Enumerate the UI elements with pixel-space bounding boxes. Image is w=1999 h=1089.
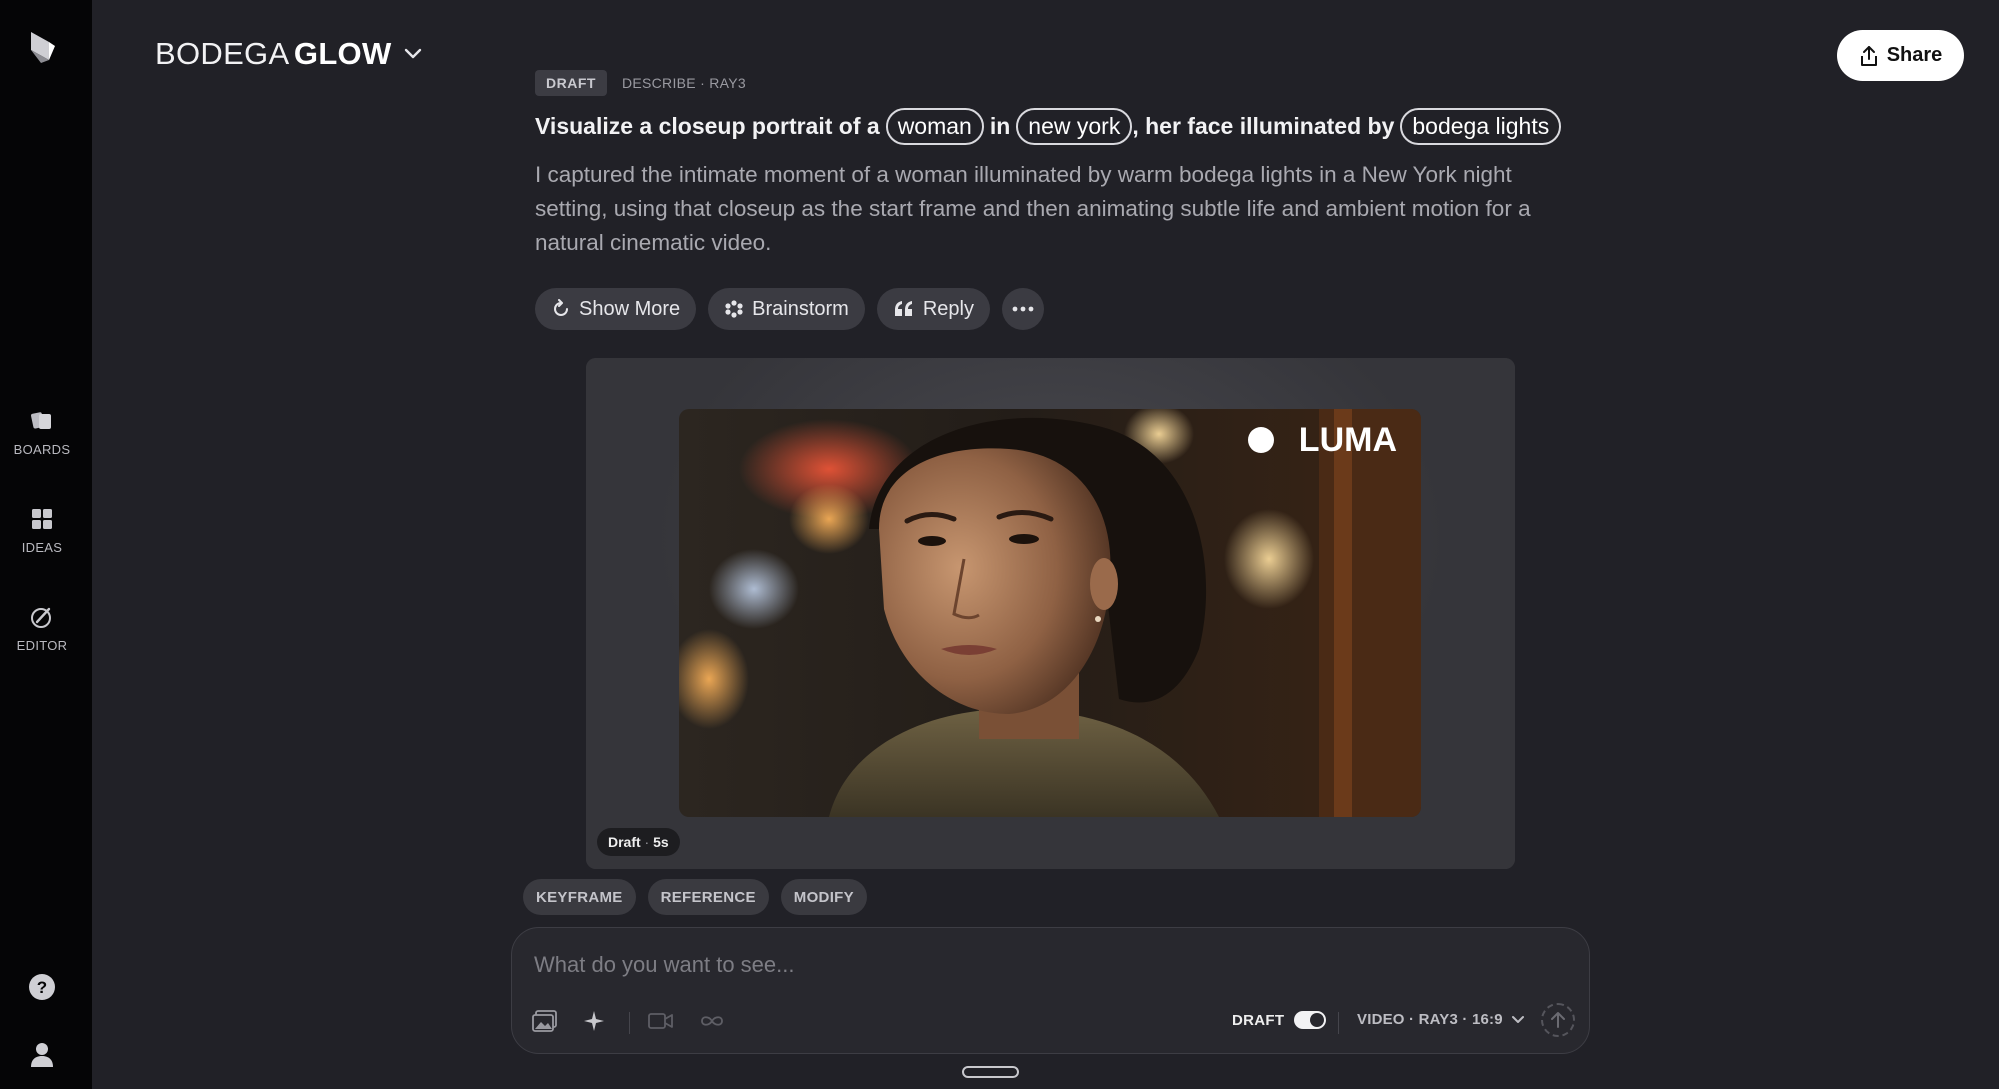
help-icon[interactable]: ? <box>28 973 56 1001</box>
sidebar-item-label: IDEAS <box>21 540 63 555</box>
portrait-image: LUMA <box>679 409 1421 817</box>
reply-label: Reply <box>922 297 974 320</box>
resize-handle[interactable] <box>962 1066 1019 1078</box>
generation-meta: DRAFT DESCRIBE · RAY3 <box>535 70 746 96</box>
prompt-composer: DRAFT VIDEO · RAY3 · 16:9 <box>511 927 1590 1054</box>
draft-toggle[interactable]: DRAFT <box>1232 1011 1327 1029</box>
prompt-text: Visualize a closeup portrait of a woman … <box>535 108 1567 145</box>
prompt-part: Visualize a closeup portrait of a <box>535 113 880 139</box>
video-thumbnail[interactable]: LUMA <box>679 409 1421 817</box>
share-label: Share <box>1886 44 1943 66</box>
reply-button[interactable]: Reply <box>876 288 990 330</box>
draft-switch[interactable] <box>1294 1011 1327 1029</box>
toolbar-divider <box>1338 1012 1339 1034</box>
quote-icon <box>894 301 912 316</box>
loop-button[interactable] <box>697 1008 727 1034</box>
model-label: VIDEO · RAY3 · 16:9 <box>1357 1011 1503 1028</box>
tab-reference[interactable]: REFERENCE <box>647 879 769 915</box>
prompt-chip-woman[interactable]: woman <box>885 108 984 145</box>
boards-icon <box>31 412 51 429</box>
ideas-icon <box>32 509 52 529</box>
chevron-down-icon <box>1511 1015 1524 1023</box>
refresh-icon <box>554 299 568 316</box>
draft-toggle-label: DRAFT <box>1232 1011 1285 1029</box>
sidebar-item-label: BOARDS <box>13 442 71 457</box>
tab-modify[interactable]: MODIFY <box>780 879 867 915</box>
video-camera-icon <box>648 1013 673 1029</box>
switch-knob <box>1310 1013 1325 1027</box>
profile-icon[interactable] <box>28 1040 56 1068</box>
sidebar: BOARDS IDEAS EDITOR ? <box>0 0 92 1089</box>
generation-description: I captured the intimate moment of a woma… <box>535 162 1531 255</box>
prompt-part: , her face illuminated by <box>1132 113 1395 139</box>
more-horizontal-icon <box>1012 306 1034 312</box>
project-title-bold: GLOW <box>293 36 392 71</box>
prompt-chip-new-york[interactable]: new york <box>1016 108 1133 145</box>
prompt-chip-bodega-lights[interactable]: bodega lights <box>1400 108 1562 145</box>
enhance-button[interactable] <box>579 1008 609 1034</box>
project-title-dropdown[interactable]: BODEGA GLOW <box>155 36 422 72</box>
brainstorm-label: Brainstorm <box>752 297 849 320</box>
media-card[interactable]: LUMA Draft · 5s <box>586 358 1515 869</box>
video-mode-button[interactable] <box>646 1008 676 1034</box>
show-more-label: Show More <box>579 297 681 320</box>
draft-tag-separator: · <box>640 834 654 850</box>
toolbar-divider <box>629 1012 630 1034</box>
draft-badge: DRAFT <box>535 70 607 96</box>
sidebar-item-label: EDITOR <box>16 638 68 653</box>
mode-tabs: KEYFRAME REFERENCE MODIFY <box>523 879 867 915</box>
editor-icon <box>31 607 51 628</box>
generation-source: DESCRIBE · RAY3 <box>621 75 746 91</box>
prompt-part: in <box>989 113 1011 139</box>
sparkle-icon <box>584 1011 604 1031</box>
action-bar: Show More Brainstorm Reply <box>535 288 1044 330</box>
tab-keyframe[interactable]: KEYFRAME <box>523 879 636 915</box>
submit-button[interactable] <box>1541 1003 1575 1037</box>
show-more-button[interactable]: Show More <box>535 288 697 330</box>
image-upload-button[interactable] <box>530 1008 560 1034</box>
luma-watermark: LUMA <box>1299 421 1397 459</box>
draft-tag-label: Draft <box>608 834 641 850</box>
model-selector[interactable]: VIDEO · RAY3 · 16:9 <box>1357 1011 1525 1028</box>
prompt-input[interactable] <box>534 948 1534 982</box>
brainstorm-button[interactable]: Brainstorm <box>708 288 865 330</box>
share-icon <box>1860 45 1877 66</box>
chevron-down-icon <box>404 48 421 59</box>
sidebar-item-boards[interactable]: BOARDS <box>0 408 84 459</box>
share-button[interactable]: Share <box>1837 30 1964 81</box>
sidebar-item-ideas[interactable]: IDEAS <box>0 506 84 557</box>
brainstorm-icon <box>725 300 743 318</box>
project-title-light: BODEGA <box>155 36 290 71</box>
image-icon <box>532 1010 557 1032</box>
draft-tag-duration: 5s <box>653 834 669 850</box>
draft-duration-tag: Draft · 5s <box>597 828 680 856</box>
more-options-button[interactable] <box>1002 288 1044 330</box>
svg-text:?: ? <box>37 978 47 997</box>
infinity-icon <box>701 1016 723 1026</box>
sidebar-item-editor[interactable]: EDITOR <box>0 604 84 655</box>
luma-logo-icon[interactable] <box>27 30 57 64</box>
arrow-up-icon <box>1551 1012 1565 1028</box>
